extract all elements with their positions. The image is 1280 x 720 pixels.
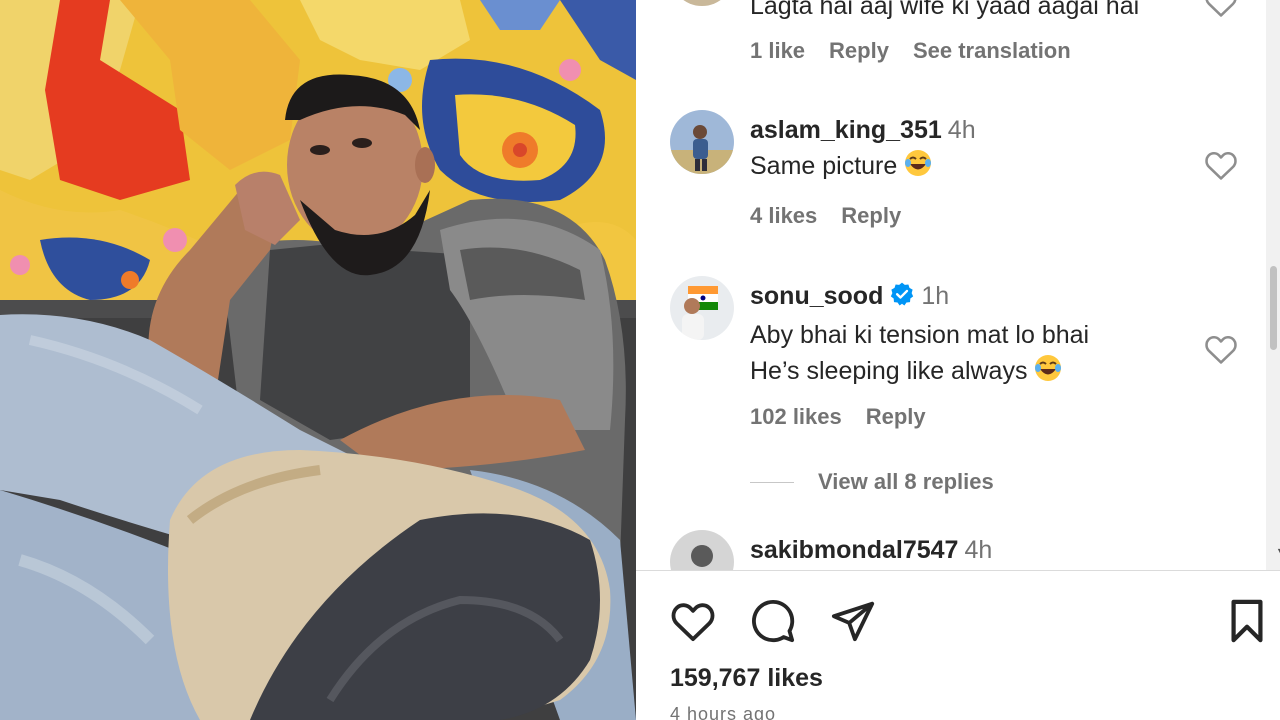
reply-button[interactable]: Reply xyxy=(841,203,901,228)
comments-list: Lagta hai aaj wife ki yaad aagai hai 1 l… xyxy=(636,0,1272,570)
post-like-count[interactable]: 159,767 likes xyxy=(670,664,823,693)
comments-panel: Lagta hai aaj wife ki yaad aagai hai 1 l… xyxy=(636,0,1280,720)
comment-icon xyxy=(750,598,796,649)
reply-button[interactable]: Reply xyxy=(829,38,889,63)
avatar[interactable] xyxy=(670,110,734,174)
comment-text: Same picture xyxy=(750,152,898,180)
comment-text: He’s sleeping like always xyxy=(750,357,1028,385)
see-translation-button[interactable]: See translation xyxy=(913,38,1071,63)
share-button[interactable] xyxy=(830,600,876,646)
like-count[interactable]: 1 like xyxy=(750,38,805,63)
avatar[interactable] xyxy=(670,0,734,6)
comment-time[interactable]: 1h xyxy=(921,282,949,310)
comment-text: Aby bhai ki tension mat lo bhai xyxy=(750,321,1090,349)
scroll-down-arrow-icon[interactable]: ▼ xyxy=(1276,546,1280,556)
reply-button[interactable]: Reply xyxy=(866,404,926,429)
comment-username[interactable]: sonu_sood xyxy=(750,282,883,310)
heart-icon xyxy=(670,600,716,647)
comment-time[interactable]: 4h xyxy=(948,116,976,144)
heart-icon[interactable] xyxy=(1204,149,1238,181)
comment-meta: 102 likes Reply xyxy=(750,404,950,430)
share-icon xyxy=(830,598,876,649)
view-replies-label: View all 8 replies xyxy=(818,469,994,494)
like-count[interactable]: 4 likes xyxy=(750,203,817,228)
laughing-emoji-icon xyxy=(903,148,933,188)
heart-icon[interactable] xyxy=(1204,333,1238,365)
comment-meta: 4 likes Reply xyxy=(750,203,925,229)
post-image xyxy=(0,0,636,720)
heart-icon[interactable] xyxy=(1204,0,1238,18)
post-photo[interactable] xyxy=(0,0,636,720)
save-button[interactable] xyxy=(1224,598,1270,649)
like-button[interactable] xyxy=(670,600,716,646)
bookmark-icon xyxy=(1227,598,1267,649)
post-timestamp[interactable]: 4 hours ago xyxy=(670,704,776,720)
avatar[interactable] xyxy=(670,530,734,570)
comment-username[interactable]: aslam_king_351 xyxy=(750,116,942,144)
replies-divider xyxy=(750,481,794,483)
view-replies-button[interactable]: View all 8 replies xyxy=(750,466,994,498)
like-count[interactable]: 102 likes xyxy=(750,404,842,429)
comment-time[interactable]: 4h xyxy=(964,536,992,564)
avatar[interactable] xyxy=(670,276,734,340)
comment-button[interactable] xyxy=(750,598,796,649)
laughing-emoji-icon xyxy=(1033,353,1063,393)
comment-username[interactable]: sakibmondal7547 xyxy=(750,536,958,564)
scrollbar-thumb[interactable] xyxy=(1270,266,1277,350)
divider xyxy=(636,570,1280,571)
comment-text: Lagta hai aaj wife ki yaad aagai hai xyxy=(750,0,1140,20)
verified-badge-icon xyxy=(889,281,915,317)
comment-meta: 1 like Reply See translation xyxy=(750,38,1095,64)
